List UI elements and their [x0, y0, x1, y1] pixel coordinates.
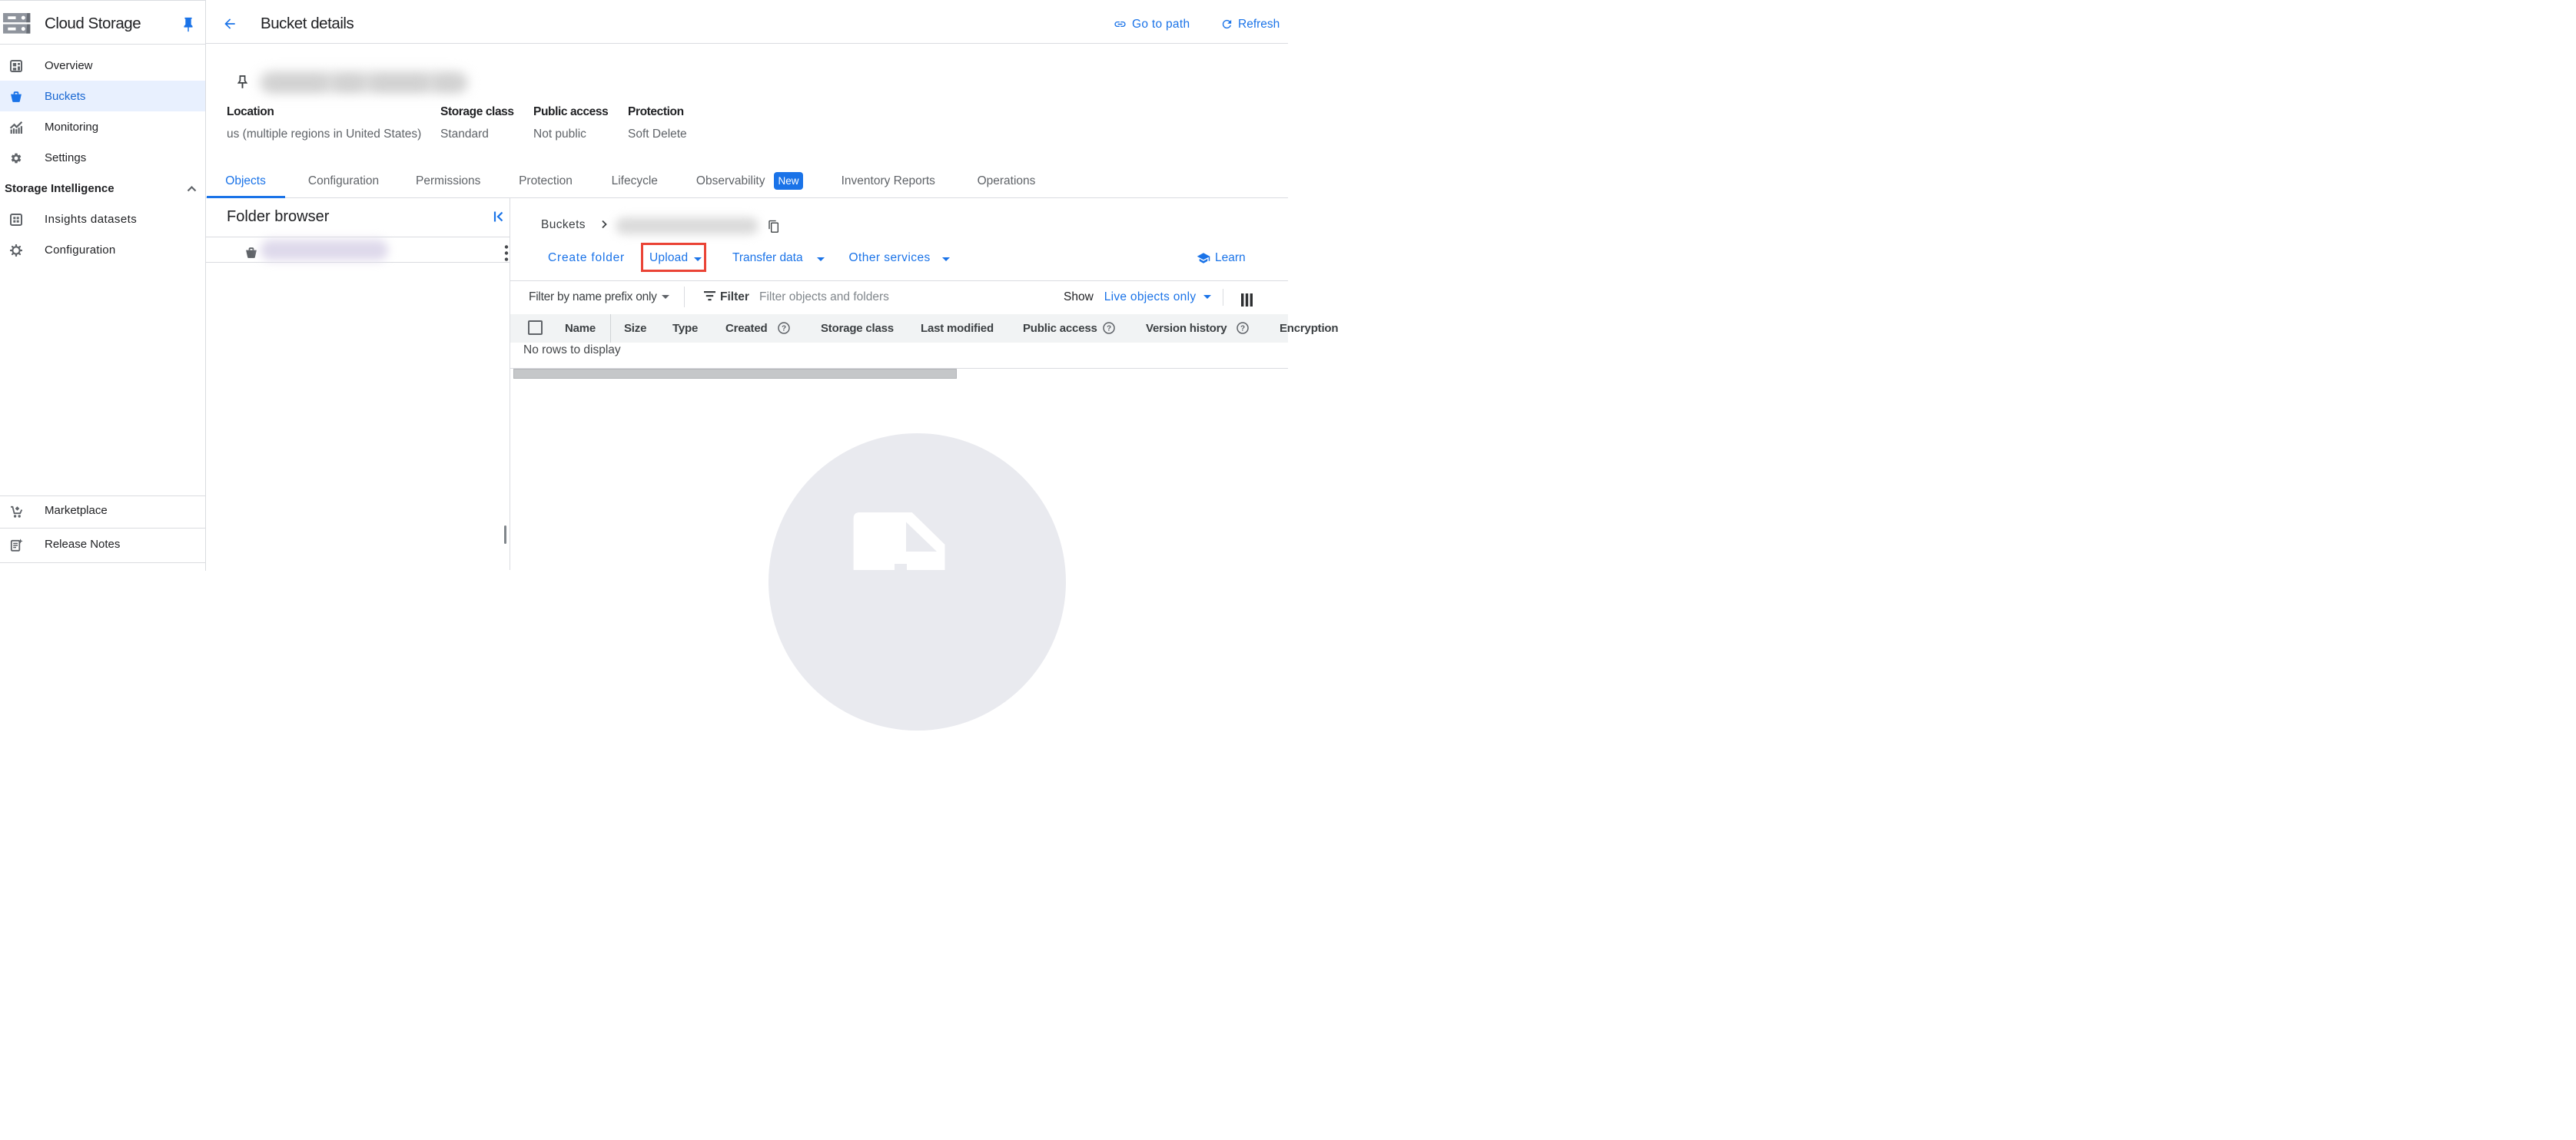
svg-text:?: ?: [1107, 325, 1111, 333]
svg-text:?: ?: [1240, 325, 1245, 333]
svg-text:?: ?: [782, 325, 786, 333]
